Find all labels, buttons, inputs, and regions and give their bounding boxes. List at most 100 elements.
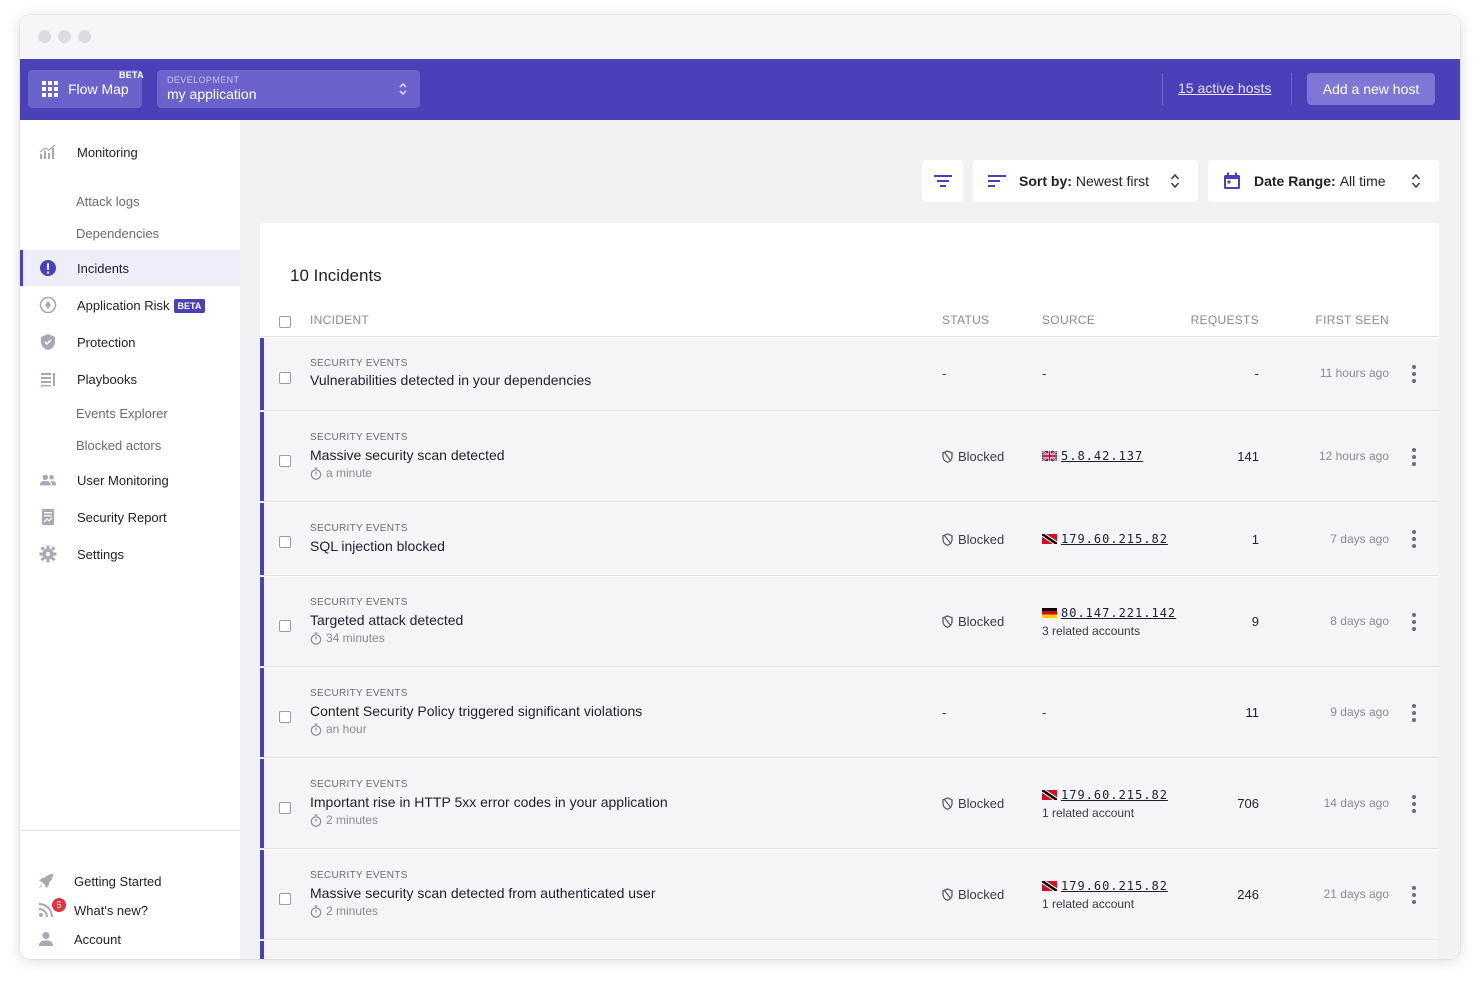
filter-icon	[933, 175, 952, 187]
incident-source: 179.60.215.82	[1042, 879, 1168, 893]
sort-dropdown[interactable]: Sort by: Newest first	[973, 160, 1198, 202]
table-row[interactable]: SECURITY EVENTS Targeted attack detected…	[260, 577, 1439, 667]
top-navbar: Flow Map BETA DEVELOPMENT my application…	[20, 59, 1460, 120]
sidebar-item-protection[interactable]: Protection	[20, 324, 240, 360]
sidebar-item-account[interactable]: Account	[20, 927, 240, 951]
incident-source: 80.147.221.142	[1042, 606, 1176, 620]
window-maximize-dot[interactable]	[78, 30, 91, 43]
sort-lines-icon	[988, 175, 1006, 187]
incident-title[interactable]: Vulnerabilities detected in your depende…	[310, 372, 591, 388]
sidebar-item-user-monitoring[interactable]: User Monitoring	[20, 462, 240, 498]
source-ip-link[interactable]: 179.60.215.82	[1061, 532, 1168, 546]
row-checkbox[interactable]	[279, 893, 291, 905]
incident-first-seen: 8 days ago	[1330, 614, 1389, 628]
column-header-requests: REQUESTS	[1190, 313, 1259, 327]
incident-requests: 141	[1237, 449, 1259, 464]
sidebar-subitem-events-explorer[interactable]: Events Explorer	[76, 406, 168, 421]
flow-map-button[interactable]: Flow Map BETA	[28, 70, 144, 108]
active-hosts-link[interactable]: 15 active hosts	[1178, 80, 1271, 96]
sidebar-item-getting-started[interactable]: Getting Started	[20, 869, 240, 893]
sidebar-item-playbooks[interactable]: Playbooks	[20, 361, 240, 397]
incident-title[interactable]: SQL injection blocked	[310, 538, 445, 554]
row-checkbox[interactable]	[279, 372, 291, 384]
incident-requests: -	[1254, 366, 1259, 381]
window-minimize-dot[interactable]	[58, 30, 71, 43]
row-checkbox[interactable]	[279, 711, 291, 723]
date-range-dropdown[interactable]: Date Range: All time	[1208, 160, 1439, 202]
incident-status: -	[942, 705, 947, 720]
application-selector[interactable]: DEVELOPMENT my application	[157, 70, 420, 108]
sidebar-item-incidents[interactable]: Incidents	[20, 250, 240, 286]
select-all-checkbox[interactable]	[279, 316, 291, 328]
more-vertical-icon[interactable]	[1412, 365, 1416, 383]
incident-duration-label: a minute	[326, 466, 373, 480]
related-accounts[interactable]: 1 related account	[1042, 897, 1134, 911]
sidebar-subitem-dependencies[interactable]: Dependencies	[76, 226, 159, 241]
more-vertical-icon[interactable]	[1412, 886, 1416, 904]
chevron-updown-icon	[1411, 173, 1421, 189]
incident-status-label: Blocked	[958, 449, 1005, 464]
sidebar-subitem-blocked-actors[interactable]: Blocked actors	[76, 438, 161, 453]
table-row[interactable]: SECURITY EVENTS Massive security scan de…	[260, 850, 1439, 940]
sidebar-item-label: Getting Started	[74, 873, 162, 889]
flag-tt-icon	[1042, 881, 1057, 891]
incident-status-label: Blocked	[958, 887, 1005, 902]
row-checkbox[interactable]	[279, 802, 291, 814]
more-vertical-icon[interactable]	[1412, 448, 1416, 466]
row-checkbox[interactable]	[279, 620, 291, 632]
sidebar-item-label: User Monitoring	[77, 472, 169, 488]
incident-category: SECURITY EVENTS	[310, 688, 408, 699]
incident-source: 179.60.215.82	[1042, 788, 1168, 802]
incident-duration: 2 minutes	[310, 813, 378, 827]
filter-button[interactable]	[922, 160, 963, 202]
incident-duration-label: 2 minutes	[326, 813, 379, 827]
sidebar-subitem-attack-logs[interactable]: Attack logs	[76, 194, 140, 209]
incident-title[interactable]: Content Security Policy triggered signif…	[310, 703, 642, 719]
incident-category: SECURITY EVENTS	[310, 870, 408, 881]
incident-duration: a minute	[310, 466, 372, 480]
table-row[interactable]: SECURITY EVENTS SQL injection blocked Bl…	[260, 503, 1439, 576]
add-new-host-button[interactable]: Add a new host	[1307, 73, 1435, 105]
gear-icon	[39, 545, 57, 563]
row-checkbox[interactable]	[279, 455, 291, 467]
window-close-dot[interactable]	[38, 30, 51, 43]
more-vertical-icon[interactable]	[1412, 704, 1416, 722]
sidebar-item-monitoring[interactable]: Monitoring	[20, 134, 240, 170]
incident-category: SECURITY EVENTS	[310, 358, 408, 369]
incident-title[interactable]: Massive security scan detected	[310, 447, 505, 463]
table-row[interactable]: SECURITY EVENTS Massive security scan de…	[260, 412, 1439, 502]
table-row[interactable]	[260, 941, 1439, 959]
more-vertical-icon[interactable]	[1412, 613, 1416, 631]
table-row[interactable]: SECURITY EVENTS Important rise in HTTP 5…	[260, 759, 1439, 849]
source-ip-link[interactable]: 179.60.215.82	[1061, 879, 1168, 893]
source-ip-link[interactable]: 179.60.215.82	[1061, 788, 1168, 802]
related-accounts[interactable]: 3 related accounts	[1042, 624, 1140, 638]
incident-title[interactable]: Massive security scan detected from auth…	[310, 885, 656, 901]
source-ip-link[interactable]: 80.147.221.142	[1061, 606, 1176, 620]
incident-requests: 246	[1237, 887, 1259, 902]
chevron-updown-icon	[399, 82, 407, 96]
incident-title[interactable]: Important rise in HTTP 5xx error codes i…	[310, 794, 668, 810]
timer-icon	[310, 905, 322, 918]
source-ip-link[interactable]: 5.8.42.137	[1061, 449, 1143, 463]
sidebar-item-security-report[interactable]: Security Report	[20, 499, 240, 535]
sidebar-item-label-group: Application Risk BETA	[77, 298, 206, 313]
incidents-card: 10 Incidents INCIDENT STATUS SOURCE REQU…	[260, 223, 1439, 959]
incident-title[interactable]: Targeted attack detected	[310, 612, 463, 628]
incident-category: SECURITY EVENTS	[310, 779, 408, 790]
incident-status: Blocked	[942, 532, 1004, 547]
table-row[interactable]: SECURITY EVENTS Vulnerabilities detected…	[260, 338, 1439, 411]
more-vertical-icon[interactable]	[1412, 530, 1416, 548]
incident-status-label: Blocked	[958, 796, 1005, 811]
incident-duration-label: an hour	[326, 722, 367, 736]
row-checkbox[interactable]	[279, 536, 291, 548]
sidebar-item-settings[interactable]: Settings	[20, 536, 240, 572]
sidebar-item-application-risk[interactable]: Application Risk BETA	[20, 287, 240, 323]
related-accounts[interactable]: 1 related account	[1042, 806, 1134, 820]
sidebar-item-whats-new[interactable]: 5 What's new?	[20, 898, 240, 922]
table-row[interactable]: SECURITY EVENTS Content Security Policy …	[260, 668, 1439, 758]
flow-map-beta-badge: BETA	[118, 70, 144, 80]
incident-first-seen: 12 hours ago	[1318, 449, 1389, 463]
playbook-list-icon	[39, 370, 57, 388]
more-vertical-icon[interactable]	[1412, 795, 1416, 813]
